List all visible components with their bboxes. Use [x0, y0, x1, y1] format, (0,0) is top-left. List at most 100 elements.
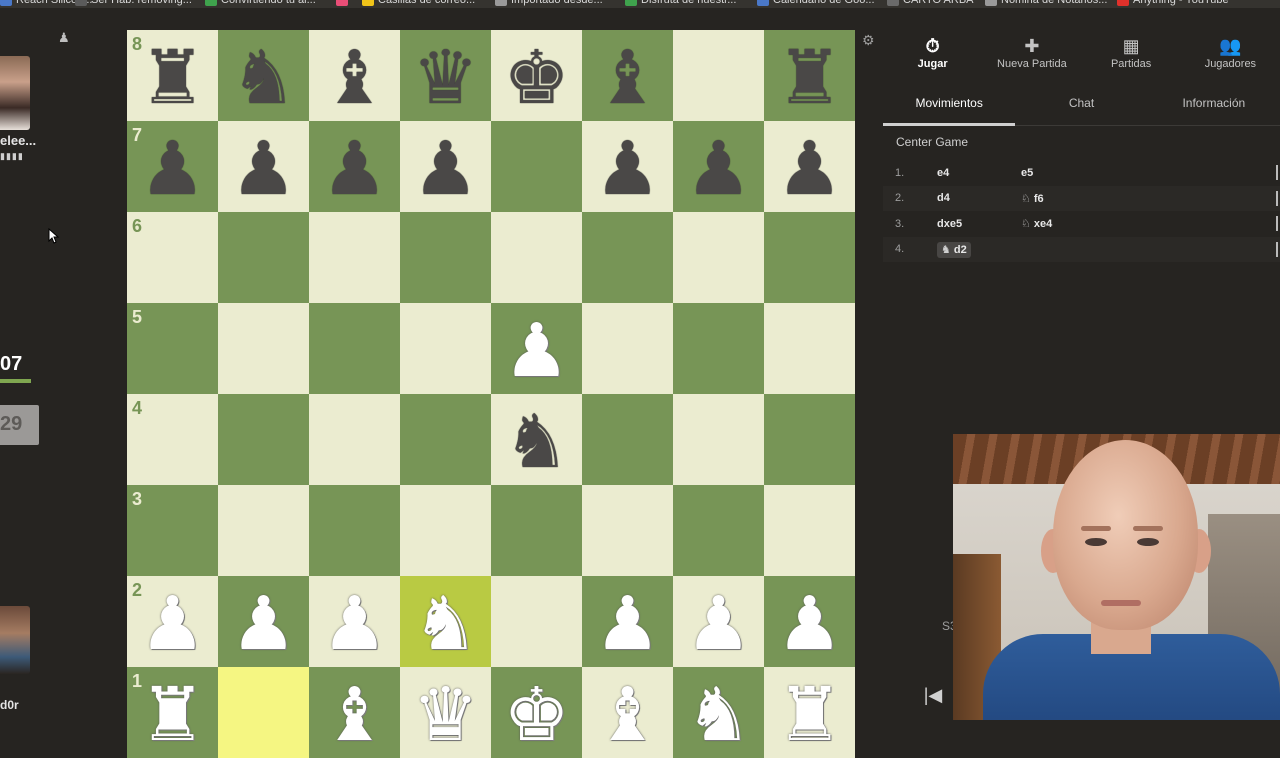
- white-move[interactable]: ♞ d2: [937, 241, 1021, 258]
- black-piece-icon[interactable]: ♝: [321, 41, 387, 115]
- board-square[interactable]: ♝: [582, 667, 673, 758]
- nav-jugar[interactable]: ⏱ Jugar: [883, 8, 982, 88]
- board-square[interactable]: ♚: [491, 30, 582, 121]
- white-piece-icon[interactable]: ♜: [776, 678, 842, 752]
- black-piece-icon[interactable]: ♝: [594, 41, 660, 115]
- board-square[interactable]: ♛: [400, 30, 491, 121]
- board-square[interactable]: [582, 212, 673, 303]
- white-piece-icon[interactable]: ♚: [503, 678, 569, 752]
- black-piece-icon[interactable]: ♟: [776, 132, 842, 206]
- bookmark-item[interactable]: Calendario de Goo...: [757, 0, 875, 6]
- board-square[interactable]: [218, 303, 309, 394]
- nav-partidas[interactable]: ▦ Partidas: [1082, 8, 1181, 88]
- white-move[interactable]: d4: [937, 192, 1021, 204]
- board-square[interactable]: ♟: [582, 576, 673, 667]
- board-square[interactable]: [400, 394, 491, 485]
- bookmark-item[interactable]: Nómina de Notarios...: [985, 0, 1107, 6]
- board-square[interactable]: [400, 212, 491, 303]
- nav-nueva-partida[interactable]: ✚ Nueva Partida: [982, 8, 1081, 88]
- board-square[interactable]: [309, 303, 400, 394]
- white-piece-icon[interactable]: ♟: [685, 587, 751, 661]
- board-square[interactable]: ♟: [218, 121, 309, 212]
- player-avatar[interactable]: [0, 606, 30, 674]
- board-square[interactable]: [491, 485, 582, 576]
- chess-board[interactable]: 8 ♜ ♞ ♝ ♛ ♚ ♝ ♜ 7 ♟ ♟ ♟ ♟ ♟ ♟ ♟ 6 5 ♟ 4 ♞ 3 2 ♟ ♟ ♟ ♞ ♟ ♟ ♟ 1 ♜ ♝ ♛ ♚ ♝ ♞ ♜: [127, 30, 855, 758]
- black-piece-icon[interactable]: ♟: [139, 132, 205, 206]
- black-piece-icon[interactable]: ♞: [230, 41, 296, 115]
- board-square[interactable]: ♟: [764, 121, 855, 212]
- board-square[interactable]: [309, 485, 400, 576]
- board-square[interactable]: [400, 303, 491, 394]
- white-piece-icon[interactable]: ♟: [321, 587, 387, 661]
- black-piece-icon[interactable]: ♞: [503, 405, 569, 479]
- black-piece-icon[interactable]: ♟: [594, 132, 660, 206]
- board-square[interactable]: 8 ♜: [127, 30, 218, 121]
- board-square[interactable]: [673, 30, 764, 121]
- opponent-avatar[interactable]: [0, 56, 30, 130]
- black-move[interactable]: e5: [1021, 167, 1141, 179]
- bookmark-item[interactable]: CARTO ARBA: [887, 0, 974, 6]
- opponent-name[interactable]: elee...: [0, 133, 36, 148]
- board-square[interactable]: [673, 394, 764, 485]
- black-piece-icon[interactable]: ♜: [139, 41, 205, 115]
- white-piece-icon[interactable]: ♟: [139, 587, 205, 661]
- board-square[interactable]: ♟: [218, 576, 309, 667]
- board-square[interactable]: [218, 394, 309, 485]
- white-piece-icon[interactable]: ♞: [685, 678, 751, 752]
- board-square[interactable]: [491, 576, 582, 667]
- bookmark-item[interactable]: Anything - YouTube: [1117, 0, 1229, 6]
- white-piece-icon[interactable]: ♟: [230, 587, 296, 661]
- board-square[interactable]: ♟: [582, 121, 673, 212]
- white-piece-icon[interactable]: ♟: [594, 587, 660, 661]
- black-move[interactable]: ♘ xe4: [1021, 217, 1141, 230]
- board-square[interactable]: [309, 212, 400, 303]
- board-square[interactable]: [764, 394, 855, 485]
- board-square[interactable]: [218, 212, 309, 303]
- tab-moves[interactable]: Movimientos: [883, 88, 1016, 126]
- bookmark-item[interactable]: Casillas de correo...: [362, 0, 475, 6]
- board-square[interactable]: ♞: [218, 30, 309, 121]
- board-square[interactable]: 7 ♟: [127, 121, 218, 212]
- board-square[interactable]: [582, 394, 673, 485]
- black-piece-icon[interactable]: ♚: [503, 41, 569, 115]
- board-square[interactable]: ♟: [400, 121, 491, 212]
- bookmark-item[interactable]: [336, 0, 352, 6]
- board-square[interactable]: ♝: [582, 30, 673, 121]
- white-piece-icon[interactable]: ♛: [412, 678, 478, 752]
- black-piece-icon[interactable]: ♟: [412, 132, 478, 206]
- board-square[interactable]: [673, 303, 764, 394]
- board-square[interactable]: ♝: [309, 30, 400, 121]
- board-square[interactable]: ♟: [764, 576, 855, 667]
- board-square[interactable]: ♚: [491, 667, 582, 758]
- black-piece-icon[interactable]: ♜: [776, 41, 842, 115]
- board-square[interactable]: ♟: [309, 576, 400, 667]
- board-square[interactable]: 5: [127, 303, 218, 394]
- tab-info[interactable]: Información: [1148, 88, 1280, 125]
- white-piece-icon[interactable]: ♜: [139, 678, 205, 752]
- bookmark-item[interactable]: Convirtiendo tu ai...: [205, 0, 316, 6]
- black-piece-icon[interactable]: ♛: [412, 41, 478, 115]
- tab-chat[interactable]: Chat: [1015, 88, 1147, 125]
- board-square[interactable]: 2 ♟: [127, 576, 218, 667]
- board-square[interactable]: 3: [127, 485, 218, 576]
- white-piece-icon[interactable]: ♟: [776, 587, 842, 661]
- board-square[interactable]: [218, 667, 309, 758]
- board-square[interactable]: ♝: [309, 667, 400, 758]
- bookmark-item[interactable]: Importado desde...: [495, 0, 603, 6]
- white-piece-icon[interactable]: ♟: [503, 314, 569, 388]
- board-square[interactable]: ♜: [764, 667, 855, 758]
- board-square[interactable]: ♞: [400, 576, 491, 667]
- board-square[interactable]: [764, 485, 855, 576]
- board-square[interactable]: [764, 212, 855, 303]
- black-move[interactable]: ♘ f6: [1021, 192, 1141, 205]
- board-square[interactable]: 6: [127, 212, 218, 303]
- bookmark-item[interactable]: Ser Hab. removing...: [75, 0, 192, 6]
- board-square[interactable]: ♜: [764, 30, 855, 121]
- board-square[interactable]: [673, 485, 764, 576]
- board-square[interactable]: [309, 394, 400, 485]
- board-square[interactable]: [582, 485, 673, 576]
- white-piece-icon[interactable]: ♝: [594, 678, 660, 752]
- board-square[interactable]: [218, 485, 309, 576]
- board-square[interactable]: ♞: [491, 394, 582, 485]
- board-square[interactable]: ♟: [673, 121, 764, 212]
